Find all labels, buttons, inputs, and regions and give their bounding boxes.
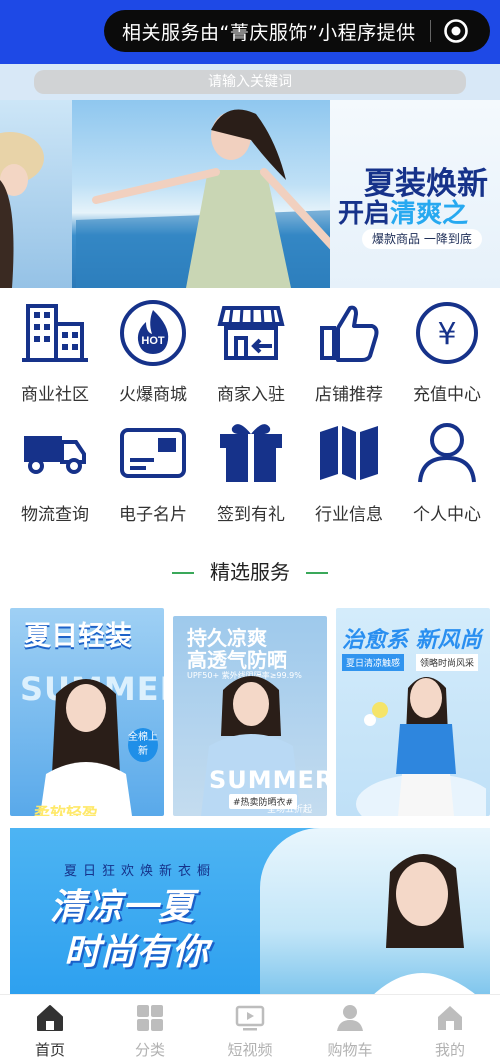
tab-mine[interactable]: 我的 (400, 1003, 500, 1061)
business-card-icon (120, 428, 186, 478)
grid-item-personal-center[interactable]: 个人中心 (398, 418, 496, 534)
promo-card-sun-protection[interactable]: 持久凉爽 高透气防晒 UPF50+ 紫外线阻隔率≥99.9% SUMMER #热… (173, 616, 327, 816)
gift-box-icon (220, 424, 282, 482)
banner-tag: 爆款商品 一降到底 (362, 229, 482, 249)
banner2-title-line2: 时尚有你 (64, 932, 209, 973)
banner-left-photo (0, 100, 72, 288)
tab-short-video[interactable]: 短视频 (200, 1003, 300, 1061)
capsule-divider (430, 20, 431, 42)
grid-item-shop-recommend[interactable]: 店铺推荐 (300, 298, 398, 414)
hot-flame-icon: HOT (120, 300, 186, 366)
tab-label: 首页 (34, 1041, 65, 1059)
map-icon (320, 426, 378, 480)
storefront-icon (217, 306, 285, 360)
grid-label: 行业信息 (315, 505, 383, 525)
promo-banner-cool-summer[interactable]: 夏日狂欢焕新衣橱 清凉一夏 时尚有你 (10, 828, 490, 998)
promo-card-new-trend[interactable]: 治愈系 新风尚 夏日清凉触感 领略时尚风采 (336, 608, 490, 816)
yen-coin-icon: ¥ (416, 302, 478, 364)
tab-label: 短视频 (227, 1041, 273, 1059)
tab-label: 分类 (134, 1041, 165, 1059)
promo-footer: 全场五折起 (267, 805, 313, 815)
grid-label: 个人中心 (413, 505, 481, 525)
grid-item-industry-info[interactable]: 行业信息 (300, 418, 398, 534)
model-photo (40, 679, 132, 816)
banner-title-line2: 开启清爽之 (338, 193, 468, 230)
category-icon (137, 1005, 163, 1031)
banner-title-prefix: 开启 (338, 199, 391, 229)
section-line-right (306, 572, 328, 574)
model-photo (370, 853, 480, 998)
home-mine-icon (438, 1006, 462, 1030)
thumbs-up-icon (320, 305, 379, 362)
grid-label: 物流查询 (21, 505, 89, 525)
promo-big-text: SUMMER (209, 766, 327, 794)
grid-label: 充值中心 (413, 385, 481, 405)
promo-badge: 全棉上新 (128, 728, 158, 762)
home-icon (37, 1005, 63, 1031)
grid-item-merchant-join[interactable]: 商家入驻 (202, 298, 300, 414)
building-icon (22, 304, 88, 362)
video-icon (235, 1005, 265, 1031)
promo-headline: 夏日轻装 (24, 621, 132, 652)
user-icon (418, 423, 476, 483)
grid-item-signin-gift[interactable]: 签到有礼 (202, 418, 300, 534)
tab-category[interactable]: 分类 (100, 1003, 200, 1061)
grid-label: 火爆商城 (119, 385, 187, 405)
grid-label: 店铺推荐 (315, 385, 383, 405)
tab-home[interactable]: 首页 (0, 1003, 100, 1061)
model-photo (356, 677, 486, 816)
promo-card-summer-light[interactable]: 夏日轻装 SUMMER 全棉上新 柔软轻盈 (10, 608, 164, 816)
miniprogram-capsule[interactable]: 相关服务由“菁庆服饰”小程序提供 (104, 10, 490, 52)
grid-label: 商家入驻 (217, 385, 285, 405)
grid-item-recharge-center[interactable]: ¥ 充值中心 (398, 298, 496, 414)
grid-label: 电子名片 (119, 505, 187, 525)
banner-title-highlight: 清爽之 (390, 199, 469, 229)
hot-badge-text: HOT (141, 335, 165, 347)
girl-in-dress-photo (76, 109, 336, 288)
promo-headline: 治愈系 新风尚 (342, 628, 482, 653)
delivery-truck-icon (24, 436, 86, 474)
cart-user-icon (337, 1005, 363, 1031)
tab-label: 我的 (434, 1041, 465, 1059)
girl-with-hat-photo (0, 132, 44, 288)
section-title: 精选服务 (210, 560, 290, 584)
yen-glyph: ¥ (437, 317, 456, 352)
grid-label: 签到有礼 (217, 505, 285, 525)
capsule-text: 相关服务由“菁庆服饰”小程序提供 (122, 21, 416, 44)
tab-label: 购物车 (327, 1041, 373, 1059)
grid-item-logistics[interactable]: 物流查询 (6, 418, 104, 534)
banner2-small-text: 夏日狂欢焕新衣橱 (64, 864, 217, 879)
grid-item-business-community[interactable]: 商业社区 (6, 298, 104, 414)
grid-item-business-card[interactable]: 电子名片 (104, 418, 202, 534)
promo-footer: 柔软轻盈 (34, 804, 99, 816)
target-icon[interactable] (443, 18, 469, 44)
search-input[interactable] (34, 70, 466, 94)
grid-item-hot-mall[interactable]: HOT 火爆商城 (104, 298, 202, 414)
tab-cart[interactable]: 购物车 (300, 1003, 400, 1061)
bottom-tab-bar: 首页 分类 短视频 购物车 我的 (0, 994, 500, 1064)
grid-label: 商业社区 (21, 385, 89, 405)
